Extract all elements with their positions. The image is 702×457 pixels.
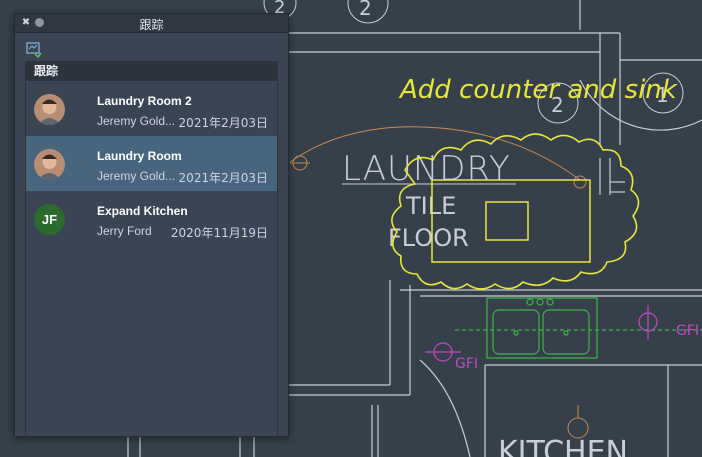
person-photo-icon — [34, 94, 65, 125]
tracking-panel: ✖ 跟踪 跟踪 Laundry Room 2 Jeremy Gold... 20… — [14, 13, 289, 437]
list-item-date: 2021年2月03日 — [178, 171, 268, 185]
list-item-author: Jerry Ford — [97, 224, 152, 238]
room-label-kitchen: KITCHEN — [498, 435, 628, 457]
new-trace-icon[interactable] — [26, 42, 42, 58]
list-item-title: Expand Kitchen — [97, 204, 188, 218]
gfi-outlets — [425, 305, 658, 362]
list-item-date: 2021年2月03日 — [178, 116, 268, 130]
avatar — [34, 94, 65, 125]
list-item-author: Jeremy Gold... — [97, 114, 176, 128]
trace-list: Laundry Room 2 Jeremy Gold... 2021年2月03日… — [25, 81, 278, 436]
panel-title: 跟踪 — [139, 18, 164, 32]
sink-fixture — [455, 297, 702, 359]
gfi-label-right: GFI — [676, 323, 699, 339]
list-item[interactable]: JF Expand Kitchen Jerry Ford 2020年11月19日 — [26, 191, 277, 246]
room-label-laundry: LAUNDRY — [342, 149, 511, 189]
floor-label-floor: FLOOR — [388, 224, 469, 252]
gfi-label-left: GFI — [455, 356, 478, 372]
list-item-date: 2020年11月19日 — [170, 226, 268, 240]
list-item[interactable]: Laundry Room Jeremy Gold... 2021年2月03日 — [26, 136, 277, 191]
panel-titlebar: ✖ 跟踪 — [15, 14, 288, 33]
light-fixture — [567, 405, 589, 439]
section-marker-top-b-label: 2 — [359, 0, 372, 20]
person-photo-icon — [34, 149, 65, 180]
avatar — [34, 149, 65, 180]
list-item-author: Jeremy Gold... — [97, 169, 176, 183]
markup-text[interactable]: Add counter and sink — [398, 75, 678, 105]
list-item-title: Laundry Room 2 — [97, 94, 192, 108]
floor-label-tile: TILE — [405, 192, 456, 220]
list-item-title: Laundry Room — [97, 149, 182, 163]
list-item[interactable]: Laundry Room 2 Jeremy Gold... 2021年2月03日 — [26, 81, 277, 136]
avatar: JF — [34, 204, 65, 235]
panel-toolbar — [15, 33, 288, 61]
section-header: 跟踪 — [25, 61, 278, 81]
